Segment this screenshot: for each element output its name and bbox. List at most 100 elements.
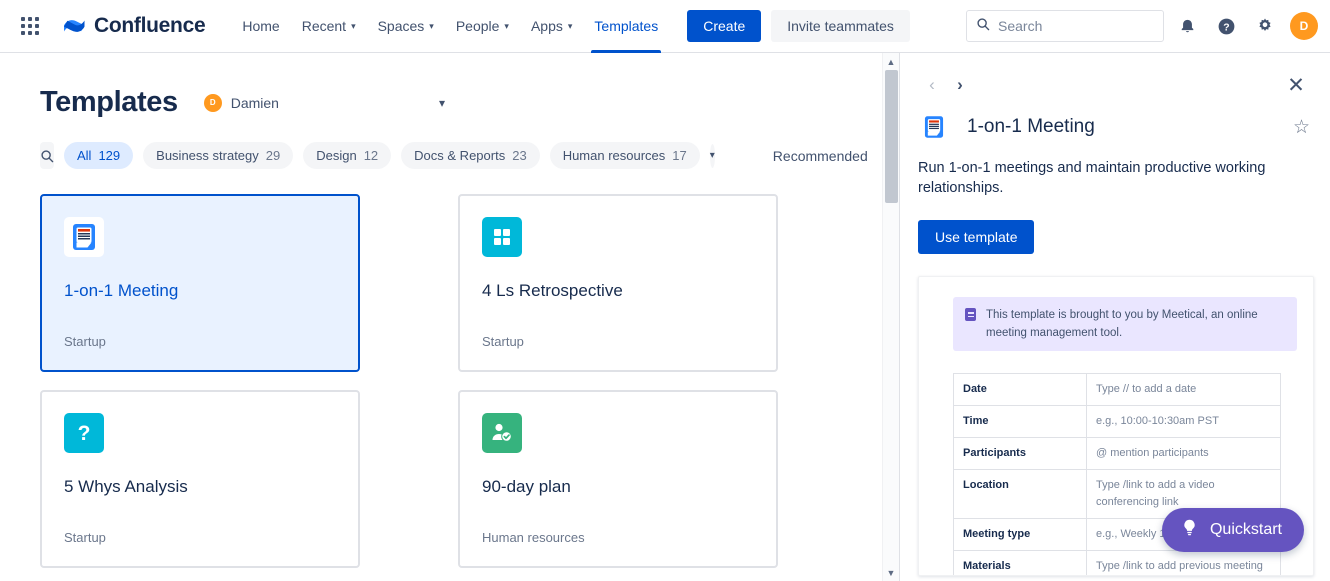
filter-chip-docs-reports[interactable]: Docs & Reports 23 — [401, 142, 540, 169]
sort-value: Recommended — [772, 147, 868, 164]
filter-chip-human-resources[interactable]: Human resources 17 — [549, 142, 700, 169]
owner-avatar: D — [203, 93, 222, 112]
quickstart-button[interactable]: Quickstart — [1161, 508, 1304, 552]
filter-chip-business-strategy[interactable]: Business strategy 29 — [143, 142, 294, 169]
nav-spaces-label: Spaces — [377, 18, 425, 34]
template-card-title: 90-day plan — [482, 477, 571, 496]
scrollbar-thumb[interactable] — [884, 70, 898, 203]
filter-chip-count: 12 — [363, 148, 379, 163]
template-card-title: 4 Ls Retrospective — [482, 281, 623, 300]
template-card-title: 1-on-1 Meeting — [64, 281, 179, 300]
nav-people[interactable]: People ▾ — [445, 0, 520, 53]
nav-recent[interactable]: Recent ▾ — [291, 0, 367, 53]
quickstart-label: Quickstart — [1209, 521, 1282, 538]
template-card-category: Startup — [64, 334, 106, 349]
search-icon — [976, 17, 990, 36]
filter-chip-count: 29 — [265, 148, 281, 163]
confluence-logo[interactable]: Confluence — [62, 14, 206, 38]
callout-text: This template is brought to you by Meeti… — [986, 309, 1258, 339]
scroll-down-arrow-icon[interactable]: ▼ — [883, 564, 900, 581]
use-template-button[interactable]: Use template — [918, 220, 1035, 254]
filter-chip-design[interactable]: Design 12 — [303, 142, 392, 169]
scroll-up-arrow-icon[interactable]: ▲ — [883, 53, 900, 70]
chevron-down-icon: ▾ — [438, 95, 445, 110]
star-outline-icon[interactable]: ☆ — [1293, 116, 1310, 139]
nav-spaces[interactable]: Spaces ▾ — [367, 0, 445, 53]
filter-chip-label: Design — [316, 148, 357, 163]
chevron-down-icon: ▾ — [351, 20, 356, 31]
person-check-icon — [482, 413, 522, 453]
owner-selector[interactable]: D Damien ▾ — [203, 93, 445, 112]
preview-description: Run 1-on-1 meetings and maintain product… — [918, 160, 1266, 196]
global-search-box[interactable] — [966, 10, 1164, 42]
chevron-left-icon[interactable]: ‹ — [918, 71, 946, 99]
template-card-category: Human resources — [482, 530, 585, 545]
nav-templates[interactable]: Templates — [583, 0, 669, 53]
table-cell-key: Location — [953, 469, 1087, 519]
templates-list-pane: Templates D Damien ▾ All 129 Business st… — [0, 53, 882, 581]
table-cell-value: @ mention participants — [1086, 437, 1281, 470]
chevron-down-icon: ▾ — [429, 20, 434, 31]
page-scrollbar[interactable]: ▲ ▼ — [882, 53, 899, 581]
template-callout: This template is brought to you by Meeti… — [953, 297, 1297, 351]
nav-apps[interactable]: Apps ▾ — [520, 0, 583, 53]
filter-chip-label: Human resources — [562, 148, 666, 163]
template-card-90-day-plan[interactable]: 90-day plan Human resources — [458, 390, 778, 568]
close-icon[interactable]: ✕ — [1282, 71, 1310, 99]
sort-dropdown[interactable]: Recommended ▾ — [773, 148, 882, 164]
template-card-title: 5 Whys Analysis — [64, 477, 188, 496]
nav-recent-label: Recent — [301, 18, 347, 34]
filter-chip-label: All — [77, 148, 92, 163]
help-icon[interactable]: ? — [1210, 10, 1242, 42]
template-cards-grid: 1-on-1 Meeting Startup 4 Ls Retrospectiv… — [40, 194, 882, 568]
chevron-down-icon: ▾ — [504, 20, 509, 31]
user-avatar[interactable]: D — [1290, 12, 1318, 40]
table-cell-key: Participants — [953, 437, 1087, 470]
create-button[interactable]: Create — [687, 10, 762, 42]
nav-people-label: People — [455, 18, 500, 34]
top-navigation-bar: Confluence Home Recent ▾ Spaces ▾ People… — [0, 0, 1330, 53]
grid-four-icon — [482, 217, 522, 257]
nav-home[interactable]: Home — [231, 0, 290, 53]
more-filters-chevron-down-icon[interactable]: ▾ — [709, 143, 715, 168]
question-mark-icon: ? — [64, 413, 104, 453]
table-row: Date Type // to add a date — [953, 373, 1281, 406]
svg-text:?: ? — [78, 422, 91, 445]
search-icon — [41, 149, 54, 162]
notifications-bell-icon[interactable] — [1171, 10, 1203, 42]
table-row: Participants @ mention participants — [953, 437, 1281, 470]
table-cell-value: e.g., 10:00-10:30am PST — [1086, 405, 1281, 438]
page-body: Templates D Damien ▾ All 129 Business st… — [0, 53, 1330, 581]
chevron-right-icon[interactable]: › — [946, 71, 974, 99]
table-cell-key: Meeting type — [953, 518, 1087, 551]
template-card-5-whys-analysis[interactable]: ? 5 Whys Analysis Startup — [40, 390, 360, 568]
meeting-notes-icon — [64, 217, 104, 257]
svg-text:?: ? — [1223, 22, 1229, 33]
table-cell-key: Date — [953, 373, 1087, 406]
grid-apps-icon[interactable] — [18, 14, 42, 38]
nav-home-label: Home — [242, 18, 280, 34]
template-card-category: Startup — [482, 334, 524, 349]
primary-nav-links: Home Recent ▾ Spaces ▾ People ▾ Apps ▾ T… — [231, 0, 669, 53]
settings-gear-icon[interactable] — [1249, 10, 1281, 42]
invite-teammates-button[interactable]: Invite teammates — [771, 10, 910, 42]
filter-chip-all[interactable]: All 129 — [64, 142, 134, 169]
filter-chip-label: Docs & Reports — [414, 148, 506, 163]
table-cell-key: Time — [953, 405, 1087, 438]
note-icon — [965, 308, 976, 321]
owner-name: Damien — [230, 94, 279, 111]
search-input[interactable] — [998, 18, 1154, 34]
meeting-notes-icon — [918, 111, 950, 143]
filter-chip-count: 23 — [512, 148, 527, 163]
template-card-4-ls-retrospective[interactable]: 4 Ls Retrospective Startup — [458, 194, 778, 372]
lightbulb-icon — [1180, 518, 1199, 542]
preview-nav-row: ‹ › ✕ — [900, 53, 1330, 99]
brand-name: Confluence — [94, 14, 206, 37]
preview-title-row: 1-on-1 Meeting ☆ — [900, 99, 1330, 143]
filter-search-button[interactable] — [40, 142, 54, 169]
template-card-category: Startup — [64, 530, 106, 545]
table-row: Materials Type /link to add previous mee… — [953, 550, 1281, 575]
scrollbar-track[interactable] — [884, 70, 898, 564]
chevron-down-icon: ▾ — [567, 20, 573, 31]
template-card-1-on-1-meeting[interactable]: 1-on-1 Meeting Startup — [40, 194, 360, 372]
